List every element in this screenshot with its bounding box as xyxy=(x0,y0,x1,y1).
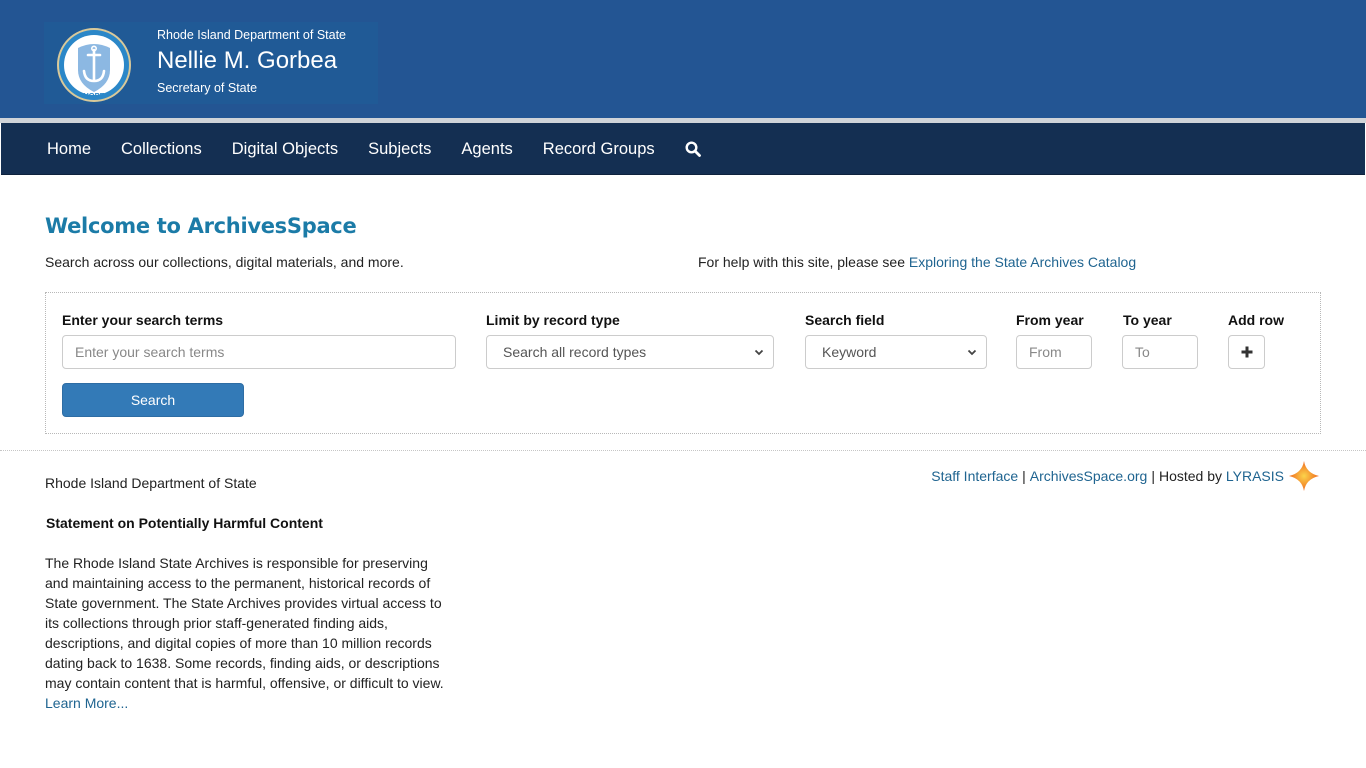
help-prefix: For help with this site, please see xyxy=(698,254,909,270)
footer-links: Staff Interface | ArchivesSpace.org | Ho… xyxy=(931,460,1320,492)
brand-block[interactable]: HOPE Rhode Island Department of State Ne… xyxy=(44,22,378,104)
hosted-by-text: Hosted by xyxy=(1158,468,1226,484)
harmful-content-statement-title: Statement on Potentially Harmful Content xyxy=(46,515,323,531)
plus-icon xyxy=(1241,346,1252,358)
search-field-label: Search field xyxy=(805,312,885,328)
search-terms-placeholder: Enter your search terms xyxy=(75,344,225,360)
help-text: For help with this site, please see Expl… xyxy=(698,254,1136,270)
from-year-input[interactable]: From xyxy=(1016,335,1092,369)
nav-home[interactable]: Home xyxy=(32,123,106,175)
nav-subjects[interactable]: Subjects xyxy=(353,123,446,175)
seal-text: HOPE xyxy=(83,91,104,100)
link-separator: | xyxy=(1022,468,1026,484)
search-icon xyxy=(685,140,701,157)
nav-collections[interactable]: Collections xyxy=(106,123,217,175)
help-link[interactable]: Exploring the State Archives Catalog xyxy=(909,254,1136,270)
nav-search-button[interactable] xyxy=(670,123,716,175)
content-divider xyxy=(0,450,1366,451)
state-seal-logo: HOPE xyxy=(57,28,131,102)
search-field-value: Keyword xyxy=(822,344,877,360)
record-type-label: Limit by record type xyxy=(486,312,620,328)
page-title: Welcome to ArchivesSpace xyxy=(45,214,357,238)
harmful-content-statement: The Rhode Island State Archives is respo… xyxy=(45,553,455,713)
department-name: Rhode Island Department of State xyxy=(157,28,347,42)
to-year-input[interactable]: To xyxy=(1122,335,1198,369)
nav-record-groups[interactable]: Record Groups xyxy=(528,123,670,175)
search-terms-label: Enter your search terms xyxy=(62,312,224,328)
staff-interface-link[interactable]: Staff Interface xyxy=(931,468,1018,484)
intro-text: Search across our collections, digital m… xyxy=(45,254,404,270)
brand-text: Rhode Island Department of State Nellie … xyxy=(157,28,346,95)
link-separator: | xyxy=(1151,468,1155,484)
nav-digital-objects[interactable]: Digital Objects xyxy=(217,123,353,175)
chevron-down-icon xyxy=(967,349,977,356)
search-button[interactable]: Search xyxy=(62,383,244,417)
search-field-select[interactable]: Keyword xyxy=(805,335,987,369)
site-header: HOPE Rhode Island Department of State Ne… xyxy=(0,0,1366,118)
from-year-label: From year xyxy=(1016,312,1084,328)
record-type-value: Search all record types xyxy=(503,344,647,360)
add-row-label: Add row xyxy=(1228,312,1284,328)
from-year-placeholder: From xyxy=(1029,344,1062,360)
advanced-search-form: Enter your search terms Enter your searc… xyxy=(45,292,1321,434)
chevron-down-icon xyxy=(754,349,764,356)
official-name: Nellie M. Gorbea xyxy=(157,47,338,74)
official-title: Secretary of State xyxy=(157,81,258,95)
statement-text: The Rhode Island State Archives is respo… xyxy=(45,555,444,691)
main-navigation: Home Collections Digital Objects Subject… xyxy=(1,123,1365,175)
lyrasis-link[interactable]: LYRASIS xyxy=(1226,468,1284,484)
nav-agents[interactable]: Agents xyxy=(446,123,527,175)
to-year-label: To year xyxy=(1123,312,1172,328)
add-row-button[interactable] xyxy=(1228,335,1265,369)
archivesspace-org-link[interactable]: ArchivesSpace.org xyxy=(1030,468,1148,484)
to-year-placeholder: To xyxy=(1135,344,1150,360)
lyrasis-star-icon[interactable] xyxy=(1288,460,1320,492)
learn-more-link[interactable]: Learn More... xyxy=(45,695,128,711)
record-type-select[interactable]: Search all record types xyxy=(486,335,774,369)
footer-org-name: Rhode Island Department of State xyxy=(45,475,257,491)
search-terms-input[interactable]: Enter your search terms xyxy=(62,335,456,369)
